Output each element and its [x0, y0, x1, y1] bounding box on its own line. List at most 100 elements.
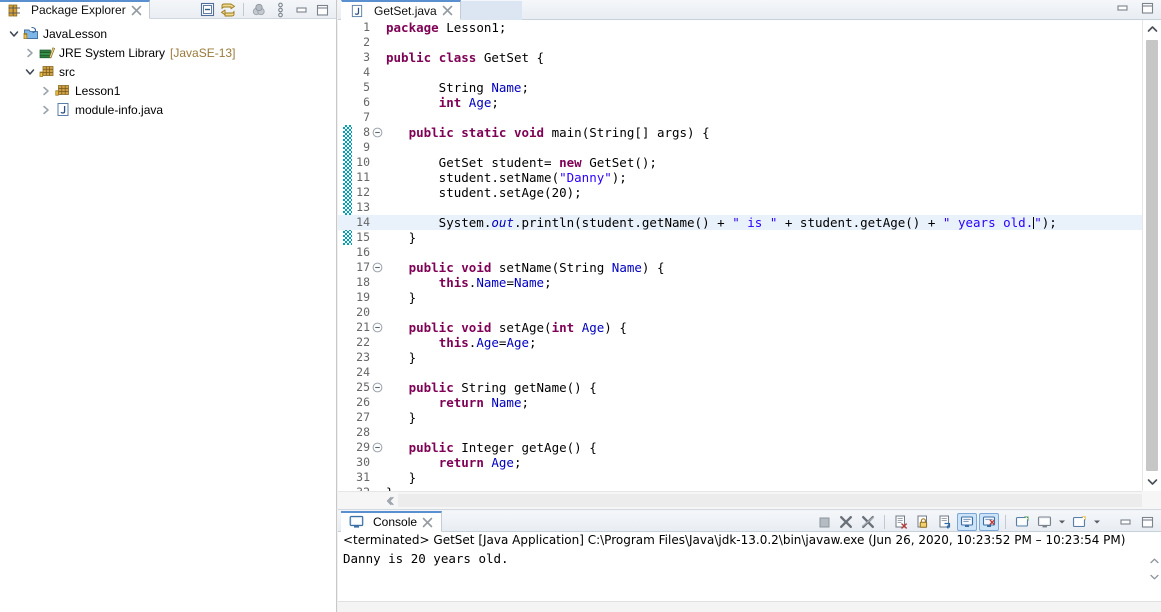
chevron-right-icon[interactable]: [38, 83, 54, 99]
minimize-button[interactable]: [1115, 1, 1130, 15]
fold-collapse-icon[interactable]: [372, 262, 383, 273]
code-line[interactable]: 23 }: [338, 350, 1142, 365]
maximize-button[interactable]: [1137, 513, 1157, 531]
fold-collapse-icon[interactable]: [372, 322, 383, 333]
line-number: 13: [356, 200, 370, 214]
code-line[interactable]: 13: [338, 200, 1142, 215]
display-selected-console-button[interactable]: [1034, 513, 1054, 531]
eclipse-ide-window: Package Explorer JavaLesson JRE System L…: [0, 0, 1161, 612]
word-wrap-button[interactable]: [935, 513, 955, 531]
show-console-on-error-button[interactable]: [979, 513, 999, 531]
scroll-down-arrow-icon[interactable]: [1147, 570, 1161, 584]
code-line[interactable]: 5 String Name;: [338, 80, 1142, 95]
scrollbar-thumb[interactable]: [1146, 40, 1158, 471]
code-line[interactable]: 30 return Age;: [338, 455, 1142, 470]
chevron-right-icon[interactable]: [38, 102, 54, 118]
fold-collapse-icon[interactable]: [372, 442, 383, 453]
show-console-on-output-button[interactable]: [957, 513, 977, 531]
code-line[interactable]: 11 student.setName("Danny");: [338, 170, 1142, 185]
view-menu-button[interactable]: [270, 1, 290, 18]
link-with-editor-button[interactable]: [218, 1, 238, 18]
close-icon[interactable]: [422, 517, 433, 528]
console-vertical-scrollbar[interactable]: [1147, 532, 1161, 600]
console-horizontal-scrollbar[interactable]: [338, 601, 1161, 612]
code-lines-container[interactable]: 1 package Lesson1; 2 3 public class GetSet {…: [338, 20, 1142, 491]
remove-all-terminated-button[interactable]: [858, 513, 878, 531]
tree-item-jre-system-library[interactable]: JRE System Library [JavaSE-13]: [0, 43, 336, 62]
java-code-editor[interactable]: 1 package Lesson1; 2 3 public class GetSet {…: [338, 20, 1161, 510]
maximize-button[interactable]: [1140, 1, 1155, 15]
project-tree[interactable]: JavaLesson JRE System Library [JavaSE-13…: [0, 19, 336, 612]
tree-item-javalesson[interactable]: JavaLesson: [0, 24, 336, 43]
code-line[interactable]: 26 return Name;: [338, 395, 1142, 410]
code-line[interactable]: 28: [338, 425, 1142, 440]
tree-item-lesson1[interactable]: Lesson1: [0, 81, 336, 100]
chevron-down-icon[interactable]: [1091, 513, 1102, 531]
code-line[interactable]: 9: [338, 140, 1142, 155]
scroll-left-arrow-icon[interactable]: [380, 492, 398, 510]
code-line[interactable]: 4: [338, 65, 1142, 80]
console-output-area[interactable]: <terminated> GetSet [Java Application] C…: [338, 532, 1161, 612]
tab-package-explorer[interactable]: Package Explorer: [0, 0, 150, 19]
code-line[interactable]: 27 }: [338, 410, 1142, 425]
code-line[interactable]: 21 public void setAge(int Age) {: [338, 320, 1142, 335]
code-line[interactable]: 3 public class GetSet {: [338, 50, 1142, 65]
maximize-button[interactable]: [312, 1, 332, 18]
code-line[interactable]: 8 public static void main(String[] args)…: [338, 125, 1142, 140]
code-line[interactable]: 1 package Lesson1;: [338, 20, 1142, 35]
code-line-text: System.out.println(student.getName() + "…: [386, 215, 1057, 230]
remove-launch-button[interactable]: [836, 513, 856, 531]
code-line[interactable]: 20: [338, 305, 1142, 320]
line-number: 6: [363, 95, 370, 109]
editor-vertical-scrollbar[interactable]: [1142, 20, 1161, 491]
code-line[interactable]: 31 }: [338, 470, 1142, 485]
code-line[interactable]: 10 GetSet student= new GetSet();: [338, 155, 1142, 170]
chevron-right-icon[interactable]: [22, 45, 38, 61]
clear-console-button[interactable]: [891, 513, 911, 531]
scroll-up-arrow-icon[interactable]: [1143, 20, 1161, 38]
minimize-button[interactable]: [291, 1, 311, 18]
fold-collapse-icon[interactable]: [372, 382, 383, 393]
code-line[interactable]: 6 int Age;: [338, 95, 1142, 110]
scroll-up-arrow-icon[interactable]: [1147, 554, 1161, 568]
code-line[interactable]: 17 public void setName(String Name) {: [338, 260, 1142, 275]
code-line[interactable]: 15 }: [338, 230, 1142, 245]
tab-console[interactable]: Console: [341, 511, 443, 532]
editor-horizontal-scrollbar[interactable]: [338, 491, 1142, 509]
close-icon[interactable]: [131, 5, 142, 16]
tree-item-src[interactable]: src: [0, 62, 336, 81]
code-line[interactable]: 29 public Integer getAge() {: [338, 440, 1142, 455]
chevron-down-icon[interactable]: [22, 64, 38, 80]
console-icon: [347, 514, 365, 530]
code-line[interactable]: 7: [338, 110, 1142, 125]
line-number: 25: [356, 380, 370, 394]
open-console-button[interactable]: [1069, 513, 1089, 531]
tab-getset-java[interactable]: GetSet.java: [341, 0, 461, 20]
minimize-button[interactable]: [1115, 513, 1135, 531]
code-line[interactable]: 19 }: [338, 290, 1142, 305]
fold-collapse-icon[interactable]: [372, 127, 383, 138]
code-line[interactable]: 12 student.setAge(20);: [338, 185, 1142, 200]
code-line[interactable]: 2: [338, 35, 1142, 50]
chevron-down-icon[interactable]: [1056, 513, 1067, 531]
chevron-down-icon[interactable]: [6, 26, 22, 42]
close-icon[interactable]: [442, 5, 453, 16]
console-view: Console <terminated> GetSet [Java Applic…: [338, 511, 1161, 612]
code-line[interactable]: 25 public String getName() {: [338, 380, 1142, 395]
code-line-text: }: [386, 290, 417, 305]
terminate-button[interactable]: [814, 513, 834, 531]
focus-on-active-task-button[interactable]: [249, 1, 269, 18]
collapse-all-button[interactable]: [197, 1, 217, 18]
code-line-text: student.setName("Danny");: [386, 170, 627, 185]
code-line[interactable]: 24: [338, 365, 1142, 380]
code-line[interactable]: 22 this.Age=Age;: [338, 335, 1142, 350]
tree-item-module-info-java[interactable]: module-info.java: [0, 100, 336, 119]
scrollbar-track[interactable]: [398, 494, 1142, 507]
scroll-lock-button[interactable]: [913, 513, 933, 531]
scroll-down-arrow-icon[interactable]: [1143, 473, 1161, 491]
pin-console-button[interactable]: [1012, 513, 1032, 531]
code-line[interactable]: 14 System.out.println(student.getName() …: [338, 215, 1142, 230]
code-line[interactable]: 18 this.Name=Name;: [338, 275, 1142, 290]
code-line[interactable]: 16: [338, 245, 1142, 260]
code-text[interactable]: 1 package Lesson1; 2 3 public class GetSet {…: [338, 20, 1142, 491]
